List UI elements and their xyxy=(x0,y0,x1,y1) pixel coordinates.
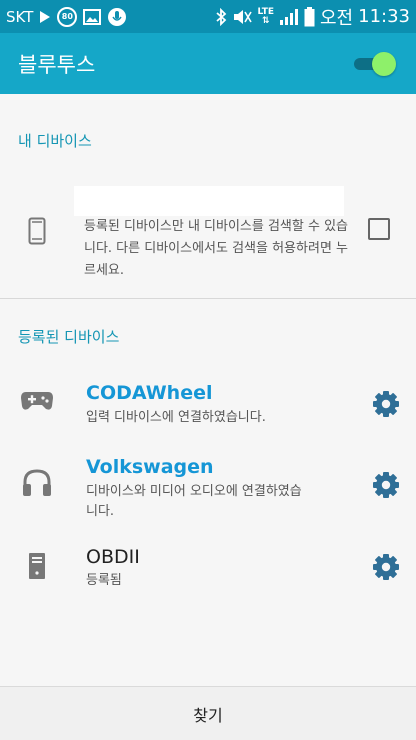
gamepad-icon xyxy=(20,390,54,416)
image-icon xyxy=(83,8,102,26)
data-arrows-icon: ⇅ xyxy=(261,15,270,26)
visibility-checkbox[interactable] xyxy=(368,218,390,240)
device-item-codawheel[interactable]: CODAWheel 입력 디바이스에 연결하였습니다. xyxy=(0,372,416,442)
settings-gear-icon[interactable] xyxy=(372,471,400,499)
status-ampm: 오전 xyxy=(320,7,354,29)
divider xyxy=(0,298,416,299)
bluetooth-icon xyxy=(215,7,227,26)
battery-icon xyxy=(304,6,315,26)
device-status: 입력 디바이스에 연결하였습니다. xyxy=(86,410,266,425)
badge-icon: 80 xyxy=(57,6,78,27)
device-name: CODAWheel xyxy=(86,382,213,404)
find-button[interactable]: 찾기 xyxy=(0,686,416,740)
find-button-label: 찾기 xyxy=(193,705,223,725)
settings-gear-icon[interactable] xyxy=(372,390,400,418)
device-box-icon xyxy=(28,552,46,584)
my-device-header: 내 디바이스 xyxy=(18,132,92,150)
status-bar: SKT 80 LTE ⇅ 오전 11:33 xyxy=(0,0,416,33)
signal-icon xyxy=(279,8,299,26)
lte-signal-icon: LTE ⇅ xyxy=(257,7,274,26)
visibility-row[interactable]: 등록된 디바이스만 내 디바이스를 검색할 수 있습니다. 다른 디바이스에서도… xyxy=(0,210,416,280)
mute-icon xyxy=(232,8,253,26)
device-status: 디바이스와 미디어 오디오에 연결하였습니다. xyxy=(86,484,302,519)
status-time: 11:33 xyxy=(358,6,410,27)
mic-icon xyxy=(107,7,127,26)
device-status: 등록됨 xyxy=(86,573,122,588)
registered-devices-header: 등록된 디바이스 xyxy=(18,328,120,346)
bluetooth-toggle[interactable] xyxy=(354,51,398,76)
settings-gear-icon[interactable] xyxy=(372,553,400,581)
carrier-label: SKT xyxy=(6,7,34,26)
device-name: Volkswagen xyxy=(86,456,214,478)
device-item-obdii[interactable]: OBDII 등록됨 xyxy=(0,540,416,600)
device-name: OBDII xyxy=(86,546,140,568)
play-icon xyxy=(39,8,51,26)
app-bar: 블루투스 xyxy=(0,33,416,94)
page-title: 블루투스 xyxy=(18,52,96,77)
phone-icon xyxy=(28,217,46,245)
device-item-volkswagen[interactable]: Volkswagen 디바이스와 미디어 오디오에 연결하였습니다. xyxy=(0,452,416,532)
visibility-description: 등록된 디바이스만 내 디바이스를 검색할 수 있습니다. 다른 디바이스에서도… xyxy=(84,219,348,278)
headphones-icon xyxy=(22,468,52,502)
toggle-thumb xyxy=(372,51,396,76)
